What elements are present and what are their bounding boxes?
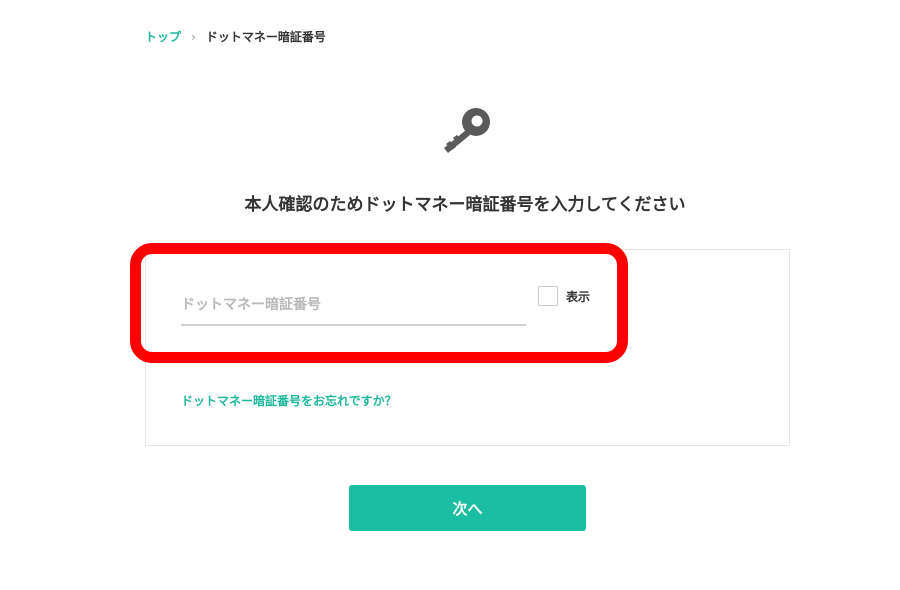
key-icon bbox=[444, 108, 490, 153]
breadcrumb-home-link[interactable]: トップ bbox=[145, 29, 181, 45]
show-pin-label: 表示 bbox=[566, 289, 591, 304]
pin-input[interactable] bbox=[181, 286, 526, 326]
next-button[interactable]: 次へ bbox=[349, 485, 586, 531]
pin-form-card bbox=[145, 249, 790, 446]
breadcrumb-separator: › bbox=[191, 30, 196, 44]
page-title: 本人確認のためドットマネー暗証番号を入力してください bbox=[244, 195, 686, 215]
breadcrumb-current: ドットマネー暗証番号 bbox=[205, 30, 326, 44]
show-pin-checkbox[interactable] bbox=[538, 286, 558, 306]
forgot-pin-link[interactable]: ドットマネー暗証番号をお忘れですか？ bbox=[181, 393, 397, 409]
breadcrumb: トップ › ドットマネー暗証番号 bbox=[145, 29, 326, 45]
show-pin-toggle[interactable]: 表示 bbox=[538, 286, 590, 306]
